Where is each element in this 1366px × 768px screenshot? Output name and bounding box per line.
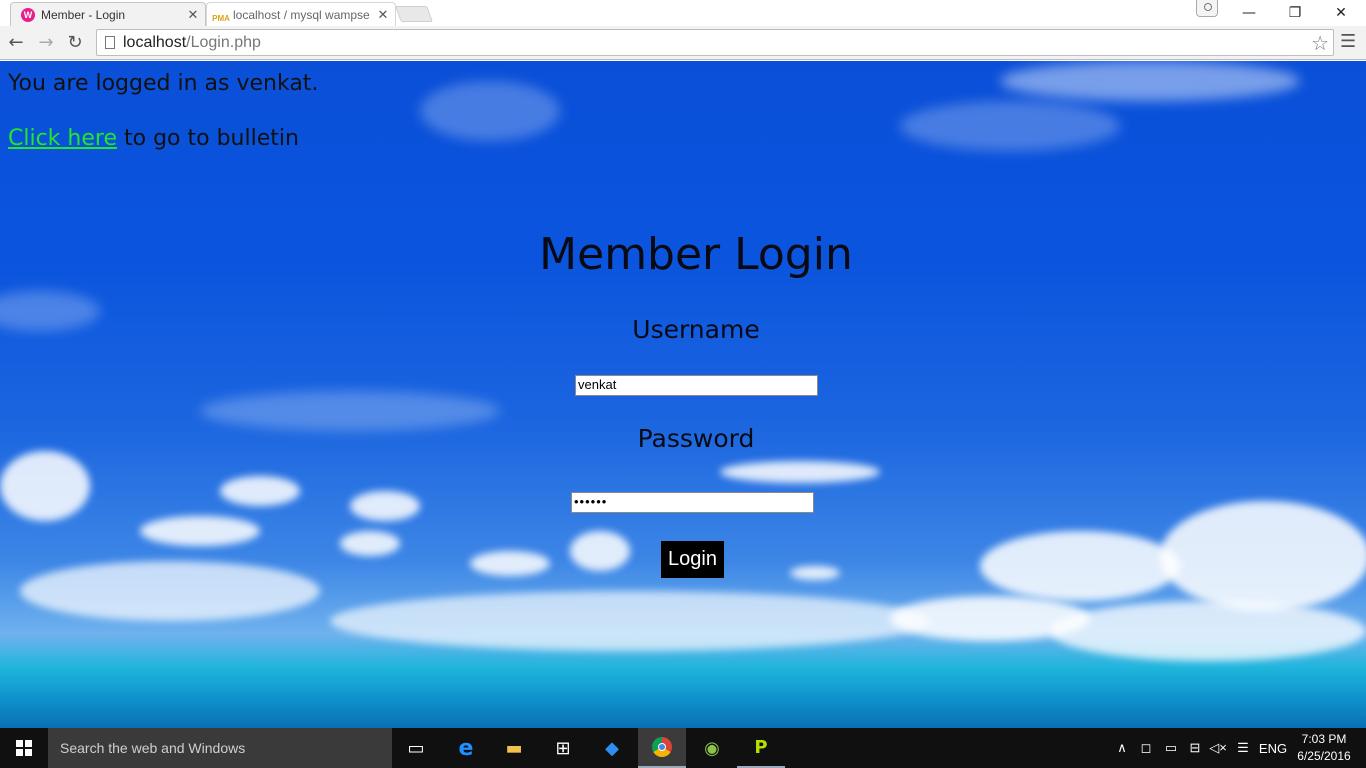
language-indicator[interactable]: ENG bbox=[1256, 728, 1290, 768]
tab-close-icon[interactable]: ✕ bbox=[185, 7, 201, 23]
bulletin-link-line: Click here to go to bulletin bbox=[8, 126, 299, 151]
url-path: /Login.php bbox=[186, 33, 261, 51]
page-title: Member Login bbox=[539, 229, 853, 280]
reload-icon[interactable]: ↻ bbox=[63, 30, 87, 54]
profile-icon[interactable] bbox=[1196, 0, 1218, 17]
network-icon[interactable]: ⊟ bbox=[1184, 728, 1206, 768]
tab-close-icon[interactable]: ✕ bbox=[375, 7, 391, 23]
page-content: You are logged in as venkat. Click here … bbox=[0, 61, 1366, 728]
page-icon bbox=[105, 36, 115, 49]
bulletin-link-suffix: to go to bulletin bbox=[117, 126, 299, 151]
tab-title: localhost / mysql wampse bbox=[233, 7, 370, 22]
battery-icon[interactable]: ▭ bbox=[1160, 728, 1182, 768]
volume-muted-icon[interactable]: ◁× bbox=[1208, 728, 1228, 768]
password-input[interactable]: •••••• bbox=[571, 492, 814, 513]
task-view-icon[interactable]: ▭ bbox=[392, 728, 440, 768]
edge-browser-icon[interactable]: e bbox=[442, 728, 490, 768]
tab-phpmyadmin[interactable]: PMA localhost / mysql wampse ✕ bbox=[206, 2, 396, 26]
back-arrow-icon[interactable]: ← bbox=[4, 30, 28, 54]
system-clock[interactable]: 7:03 PM 6/25/2016 bbox=[1294, 731, 1354, 765]
start-button[interactable] bbox=[0, 728, 48, 768]
phpmyadmin-favicon-icon: PMA bbox=[212, 13, 230, 23]
address-bar[interactable]: localhost/Login.php ☆ bbox=[96, 29, 1334, 56]
action-center-icon[interactable]: ☰ bbox=[1232, 728, 1254, 768]
tab-member-login[interactable]: W Member - Login ✕ bbox=[10, 2, 206, 26]
new-tab-button[interactable] bbox=[395, 6, 433, 22]
tab-title: Member - Login bbox=[41, 7, 126, 22]
store-icon[interactable]: ⊞ bbox=[539, 728, 587, 768]
clock-time: 7:03 PM bbox=[1301, 732, 1347, 746]
forward-arrow-icon[interactable]: → bbox=[34, 30, 58, 54]
chrome-icon[interactable] bbox=[638, 728, 686, 768]
username-label: Username bbox=[632, 315, 760, 344]
windows-logo-icon bbox=[16, 740, 32, 756]
phpstorm-icon[interactable]: P bbox=[737, 728, 785, 768]
clock-date: 6/25/2016 bbox=[1297, 749, 1351, 763]
logged-in-status: You are logged in as venkat. bbox=[8, 71, 319, 96]
file-explorer-icon[interactable]: ▬ bbox=[490, 728, 538, 768]
close-window-icon[interactable]: ✕ bbox=[1318, 0, 1364, 26]
minimize-icon[interactable]: — bbox=[1226, 0, 1272, 26]
login-button[interactable]: Login bbox=[661, 541, 724, 578]
chrome-menu-icon[interactable]: ☰ bbox=[1340, 31, 1356, 52]
android-studio-icon[interactable]: ◉ bbox=[688, 728, 736, 768]
show-hidden-icons-icon[interactable]: ∧ bbox=[1112, 728, 1132, 768]
windows-taskbar: Search the web and Windows ▭ e ▬ ⊞ ◆ ◉ P… bbox=[0, 728, 1366, 768]
bulletin-link[interactable]: Click here bbox=[8, 126, 117, 151]
security-tray-icon[interactable]: ◻ bbox=[1136, 728, 1156, 768]
browser-toolbar: ← → ↻ localhost/Login.php ☆ ☰ bbox=[0, 26, 1366, 60]
browser-tab-strip: W Member - Login ✕ PMA localhost / mysql… bbox=[0, 0, 1366, 26]
restore-icon[interactable]: ❐ bbox=[1272, 0, 1318, 26]
taskbar-search-box[interactable]: Search the web and Windows bbox=[48, 728, 392, 768]
password-label: Password bbox=[637, 424, 755, 453]
wamp-favicon-icon: W bbox=[21, 7, 35, 22]
url-host: localhost bbox=[123, 33, 187, 51]
username-input[interactable]: venkat bbox=[575, 375, 818, 396]
dropbox-icon[interactable]: ◆ bbox=[588, 728, 636, 768]
bookmark-star-icon[interactable]: ☆ bbox=[1311, 31, 1329, 56]
